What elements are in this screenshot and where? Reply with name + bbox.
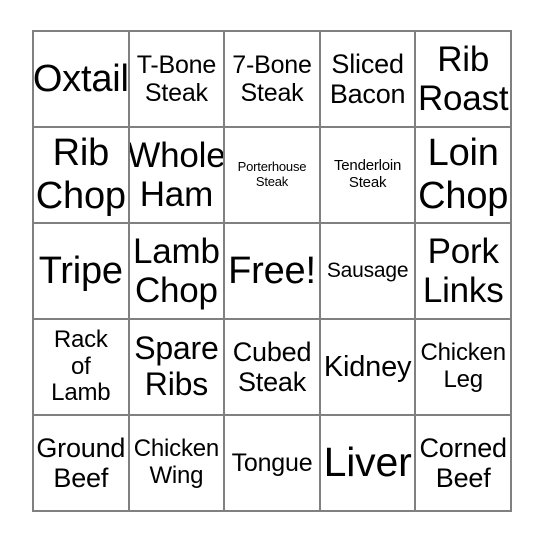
bingo-cell-label: Rib Chop <box>35 132 126 217</box>
bingo-cell-r1c3[interactable]: 7-Bone Steak <box>225 32 321 128</box>
bingo-cell-r4c3[interactable]: Cubed Steak <box>225 320 321 416</box>
bingo-cell-label: Ground Beef <box>36 432 126 493</box>
bingo-cell-r5c5[interactable]: Corned Beef <box>416 416 512 512</box>
bingo-cell-label: Tripe <box>38 249 123 292</box>
bingo-cell-r5c4[interactable]: Liver <box>320 416 417 512</box>
bingo-cell-r1c2[interactable]: T-Bone Steak <box>129 32 226 128</box>
bingo-cell-label: Corned Beef <box>419 432 508 493</box>
bingo-cell-label: T-Bone Steak <box>136 51 217 107</box>
bingo-cell-label: Whole Ham <box>129 135 226 214</box>
bingo-cell-r1c5[interactable]: Rib Roast <box>416 32 512 128</box>
bingo-cell-r1c1[interactable]: Oxtail <box>34 32 130 128</box>
bingo-cell-label: Tongue <box>231 449 313 477</box>
bingo-cell-label: Chicken Leg <box>420 339 507 393</box>
bingo-cell-label: Cubed Steak <box>232 336 312 397</box>
bingo-cell-r2c1[interactable]: Rib Chop <box>34 128 130 224</box>
bingo-cell-label: Loin Chop <box>418 132 509 217</box>
bingo-cell-r3c3[interactable]: Free! <box>225 224 321 320</box>
bingo-cell-label: Porterhouse Steak <box>237 159 307 189</box>
bingo-cell-r4c1[interactable]: Rack of Lamb <box>34 320 130 416</box>
bingo-cell-label: Oxtail <box>34 57 129 100</box>
bingo-cell-r5c3[interactable]: Tongue <box>225 416 321 512</box>
bingo-cell-label: Chicken Wing <box>133 435 220 489</box>
bingo-cell-label: Spare Ribs <box>134 330 219 402</box>
bingo-cell-label: Rib Roast <box>417 39 509 118</box>
bingo-cell-label: Tenderloin Steak <box>333 157 402 191</box>
bingo-cell-label: Free! <box>228 249 316 292</box>
bingo-cell-r3c5[interactable]: Pork Links <box>416 224 512 320</box>
bingo-cell-r4c2[interactable]: Spare Ribs <box>129 320 226 416</box>
bingo-cell-r1c4[interactable]: Sliced Bacon <box>320 32 417 128</box>
bingo-cell-r2c2[interactable]: Whole Ham <box>129 128 226 224</box>
bingo-cell-r3c1[interactable]: Tripe <box>34 224 130 320</box>
bingo-cell-label: Liver <box>323 439 412 486</box>
bingo-cell-r2c5[interactable]: Loin Chop <box>416 128 512 224</box>
bingo-cell-r4c4[interactable]: Kidney <box>320 320 417 416</box>
bingo-cell-r5c1[interactable]: Ground Beef <box>34 416 130 512</box>
bingo-cell-label: Sausage <box>326 259 409 283</box>
bingo-cell-r3c2[interactable]: Lamb Chop <box>129 224 226 320</box>
bingo-cell-label: Pork Links <box>422 231 504 310</box>
bingo-cell-r4c5[interactable]: Chicken Leg <box>416 320 512 416</box>
bingo-cell-label: Rack of Lamb <box>51 325 111 407</box>
bingo-cell-r2c4[interactable]: Tenderloin Steak <box>320 128 417 224</box>
bingo-cell-r2c3[interactable]: Porterhouse Steak <box>225 128 321 224</box>
bingo-cell-label: Kidney <box>323 350 412 383</box>
bingo-cell-r5c2[interactable]: Chicken Wing <box>129 416 226 512</box>
bingo-cell-label: Sliced Bacon <box>329 48 406 109</box>
bingo-cell-label: 7-Bone Steak <box>232 51 312 107</box>
bingo-cell-label: Lamb Chop <box>133 231 220 310</box>
bingo-card-grid: Oxtail T-Bone Steak 7-Bone Steak Sliced Bac… <box>32 30 512 512</box>
bingo-cell-r3c4[interactable]: Sausage <box>320 224 417 320</box>
